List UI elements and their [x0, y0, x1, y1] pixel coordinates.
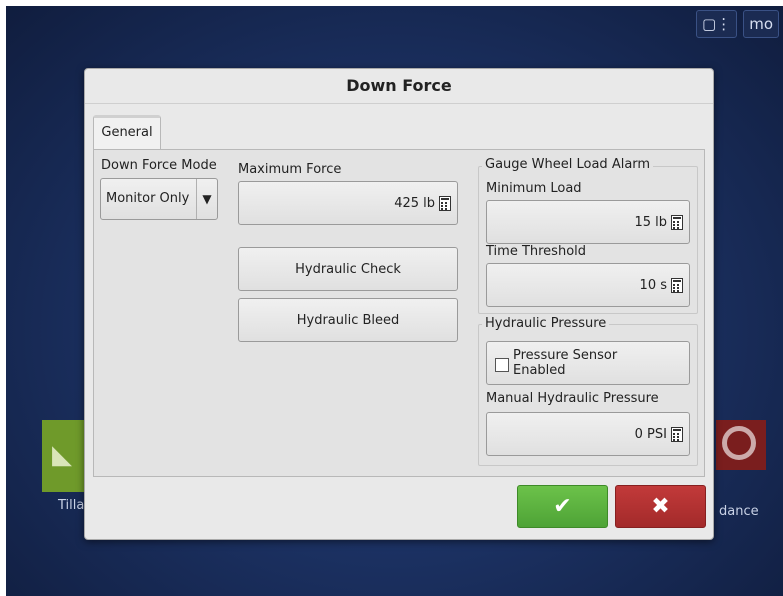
minimum-load-label: Minimum Load — [486, 181, 582, 196]
calculator-icon — [439, 195, 451, 211]
gps-status-icon[interactable]: mo — [743, 10, 779, 38]
maximum-force-label: Maximum Force — [238, 162, 342, 177]
maximum-force-field[interactable]: 425 lb — [238, 181, 458, 225]
display-status-icon[interactable]: ▢⋮ — [696, 10, 738, 38]
hydraulic-bleed-button[interactable]: Hydraulic Bleed — [238, 298, 458, 342]
guidance-app-tile[interactable] — [716, 420, 766, 470]
down-force-mode-select[interactable]: Monitor Only ▼ — [100, 178, 218, 220]
manual-hydraulic-pressure-value: 0 PSI — [634, 426, 667, 442]
ok-button[interactable]: ✔ — [517, 485, 608, 528]
close-icon: ✖ — [651, 494, 670, 519]
tab-general[interactable]: General — [93, 115, 161, 149]
tillage-app-label: Tilla — [58, 498, 85, 513]
guidance-app-label: dance — [719, 504, 759, 519]
hydraulic-check-button[interactable]: Hydraulic Check — [238, 247, 458, 291]
calculator-icon — [671, 426, 683, 442]
time-threshold-field[interactable]: 10 s — [486, 263, 690, 307]
minimum-load-field[interactable]: 15 lb — [486, 200, 690, 244]
cancel-button[interactable]: ✖ — [615, 485, 706, 528]
manual-hydraulic-pressure-label: Manual Hydraulic Pressure — [486, 391, 659, 406]
down-force-mode-label: Down Force Mode — [101, 158, 217, 173]
time-threshold-label: Time Threshold — [486, 244, 587, 259]
down-force-mode-value: Monitor Only — [106, 191, 190, 206]
steering-wheel-icon — [722, 426, 756, 460]
hydraulic-pressure-title: Hydraulic Pressure — [482, 316, 610, 331]
manual-hydraulic-pressure-field[interactable]: 0 PSI — [486, 412, 690, 456]
dropdown-arrow-icon: ▼ — [196, 179, 217, 219]
calculator-icon — [671, 277, 683, 293]
dialog-title: Down Force — [85, 69, 713, 104]
general-tab-panel: Down Force Mode Monitor Only ▼ Maximum F… — [93, 149, 705, 477]
tillage-app-tile[interactable]: ◣ — [42, 420, 88, 492]
maximum-force-value: 425 lb — [394, 195, 435, 211]
pressure-sensor-enabled-label: Pressure Sensor Enabled — [513, 348, 618, 378]
checkmark-icon: ✔ — [553, 494, 572, 519]
minimum-load-value: 15 lb — [634, 214, 667, 230]
time-threshold-value: 10 s — [639, 277, 667, 293]
status-bar: ▢⋮ mo — [696, 10, 779, 38]
pressure-sensor-checkbox[interactable] — [495, 358, 509, 372]
pressure-sensor-enabled-toggle[interactable]: Pressure Sensor Enabled — [486, 341, 690, 385]
tillage-icon: ◣ — [52, 440, 72, 470]
gauge-wheel-load-alarm-title: Gauge Wheel Load Alarm — [482, 157, 654, 172]
down-force-dialog: Down Force General Down Force Mode Monit… — [84, 68, 714, 540]
calculator-icon — [671, 214, 683, 230]
